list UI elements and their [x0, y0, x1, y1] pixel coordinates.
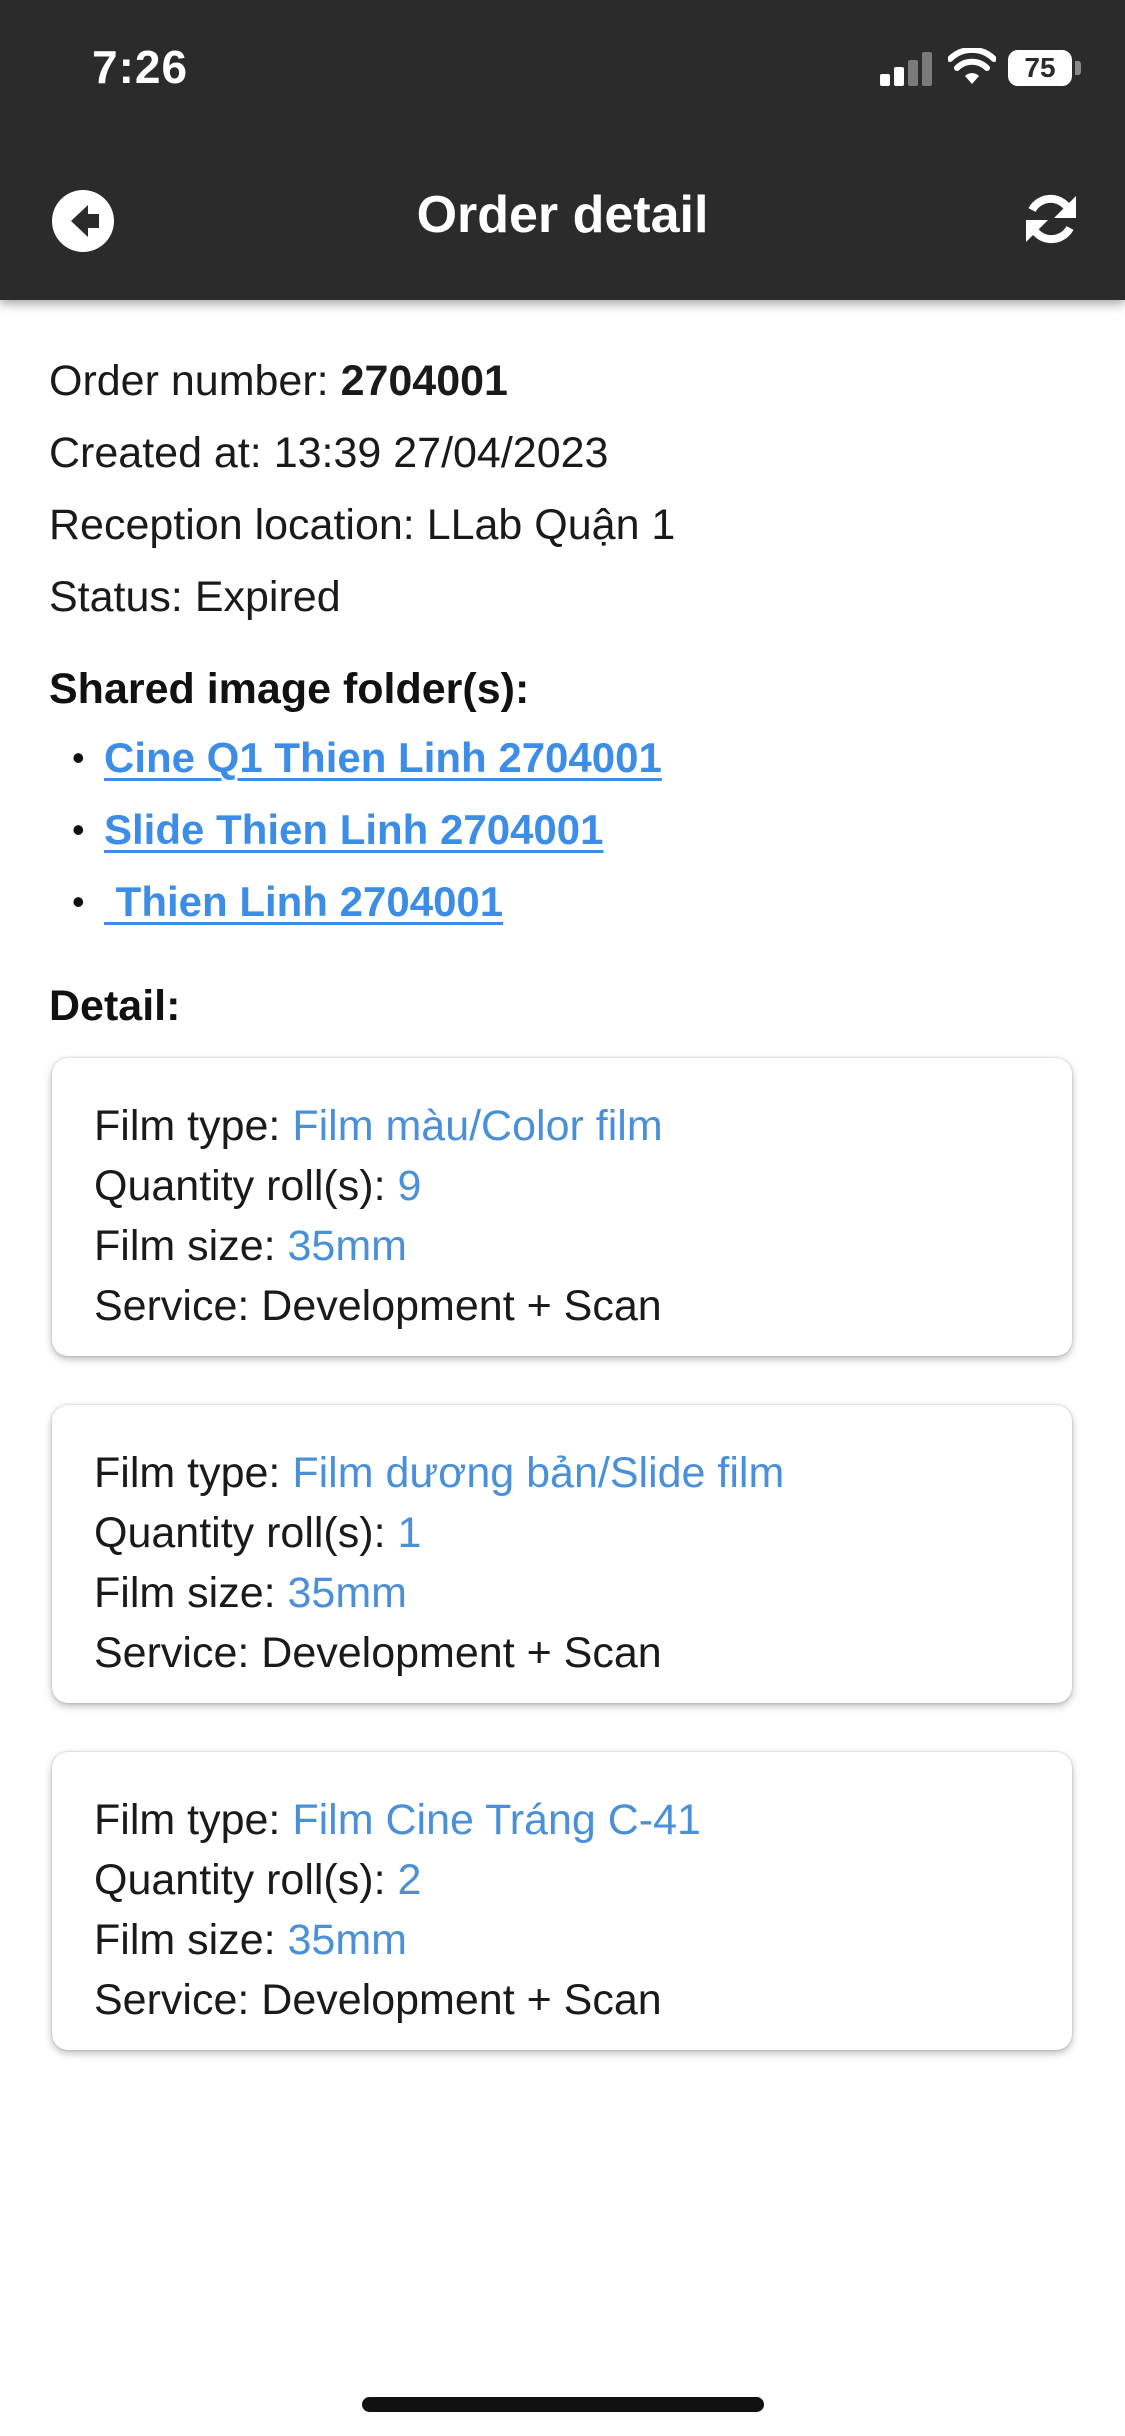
film-size-label: Film size: — [94, 1569, 276, 1617]
bullet: • — [72, 737, 85, 778]
status-time: 7:26 — [92, 41, 189, 93]
order-number-label: Order number: — [49, 357, 329, 405]
quantity-value: 9 — [397, 1162, 422, 1210]
service-value: Development + Scan — [261, 1282, 662, 1330]
film-type-value: Film dương bản/Slide film — [292, 1449, 785, 1497]
folder-link[interactable]: Thien Linh 2704001 — [104, 878, 504, 926]
created-at-value: 13:39 27/04/2023 — [273, 429, 609, 477]
service-row: Service: Development + Scan — [94, 1276, 1072, 1336]
cellular-signal-icon — [880, 52, 934, 86]
status-value: Expired — [194, 573, 341, 621]
film-size-value: 35mm — [287, 1569, 407, 1617]
service-row: Service: Development + Scan — [94, 1623, 1072, 1683]
film-size-row: Film size: 35mm — [94, 1216, 1072, 1276]
film-size-value: 35mm — [287, 1222, 407, 1270]
quantity-row: Quantity roll(s): 9 — [94, 1156, 1072, 1216]
service-value: Development + Scan — [261, 1629, 662, 1677]
service-label: Service: — [94, 1629, 250, 1677]
reception-location-row: Reception location: LLab Quận 1 — [49, 489, 675, 561]
battery-percent: 75 — [1024, 52, 1056, 83]
film-size-row: Film size: 35mm — [94, 1563, 1072, 1623]
order-number-row: Order number: 2704001 — [49, 345, 675, 417]
film-size-label: Film size: — [94, 1916, 276, 1964]
app-header: 7:26 75 Order detail — [0, 0, 1125, 300]
quantity-value: 1 — [397, 1509, 422, 1557]
status-row: Status: Expired — [49, 561, 675, 633]
created-at-row: Created at: 13:39 27/04/2023 — [49, 417, 675, 489]
film-order-card: Film type: Film dương bản/Slide film Qua… — [52, 1405, 1072, 1703]
film-order-card: Film type: Film màu/Color film Quantity … — [52, 1058, 1072, 1356]
film-type-row: Film type: Film dương bản/Slide film — [94, 1443, 1072, 1503]
shared-folders-title: Shared image folder(s): — [49, 665, 530, 713]
film-size-label: Film size: — [94, 1222, 276, 1270]
folder-list-item: • Thien Linh 2704001 — [72, 866, 662, 938]
folder-list-item: • Slide Thien Linh 2704001 — [72, 794, 662, 866]
film-size-value: 35mm — [287, 1916, 407, 1964]
service-label: Service: — [94, 1282, 250, 1330]
film-type-label: Film type: — [94, 1449, 281, 1497]
quantity-row: Quantity roll(s): 1 — [94, 1503, 1072, 1563]
refresh-icon[interactable] — [1020, 188, 1082, 250]
film-type-value: Film Cine Tráng C-41 — [292, 1796, 701, 1844]
order-number: 2704001 — [340, 357, 508, 405]
bullet: • — [72, 881, 85, 922]
quantity-label: Quantity roll(s): — [94, 1162, 386, 1210]
folder-list-item: • Cine Q1 Thien Linh 2704001 — [72, 722, 662, 794]
film-type-label: Film type: — [94, 1796, 281, 1844]
film-type-value: Film màu/Color film — [292, 1102, 663, 1150]
battery-icon: 75 — [1008, 50, 1072, 86]
quantity-row: Quantity roll(s): 2 — [94, 1850, 1072, 1910]
service-row: Service: Development + Scan — [94, 1970, 1072, 2030]
reception-location-label: Reception location: — [49, 501, 415, 549]
service-value: Development + Scan — [261, 1976, 662, 2024]
status-label: Status: — [49, 573, 183, 621]
reception-location-value: LLab Quận 1 — [426, 501, 676, 549]
film-size-row: Film size: 35mm — [94, 1910, 1072, 1970]
film-type-label: Film type: — [94, 1102, 281, 1150]
wifi-icon — [948, 48, 996, 84]
order-info: Order number: 2704001 Created at: 13:39 … — [49, 345, 675, 633]
home-indicator[interactable] — [362, 2397, 764, 2412]
created-at-label: Created at: — [49, 429, 262, 477]
folder-link[interactable]: Slide Thien Linh 2704001 — [104, 806, 604, 854]
bullet: • — [72, 809, 85, 850]
folder-link[interactable]: Cine Q1 Thien Linh 2704001 — [104, 734, 662, 782]
shared-folder-list: • Cine Q1 Thien Linh 2704001 • Slide Thi… — [72, 722, 662, 938]
battery-cap — [1075, 61, 1081, 75]
quantity-value: 2 — [397, 1856, 422, 1904]
service-label: Service: — [94, 1976, 250, 2024]
film-type-row: Film type: Film Cine Tráng C-41 — [94, 1790, 1072, 1850]
page-title: Order detail — [416, 186, 709, 244]
detail-title: Detail: — [49, 982, 181, 1030]
film-type-row: Film type: Film màu/Color film — [94, 1096, 1072, 1156]
film-order-card: Film type: Film Cine Tráng C-41 Quantity… — [52, 1752, 1072, 2050]
quantity-label: Quantity roll(s): — [94, 1856, 386, 1904]
quantity-label: Quantity roll(s): — [94, 1509, 386, 1557]
